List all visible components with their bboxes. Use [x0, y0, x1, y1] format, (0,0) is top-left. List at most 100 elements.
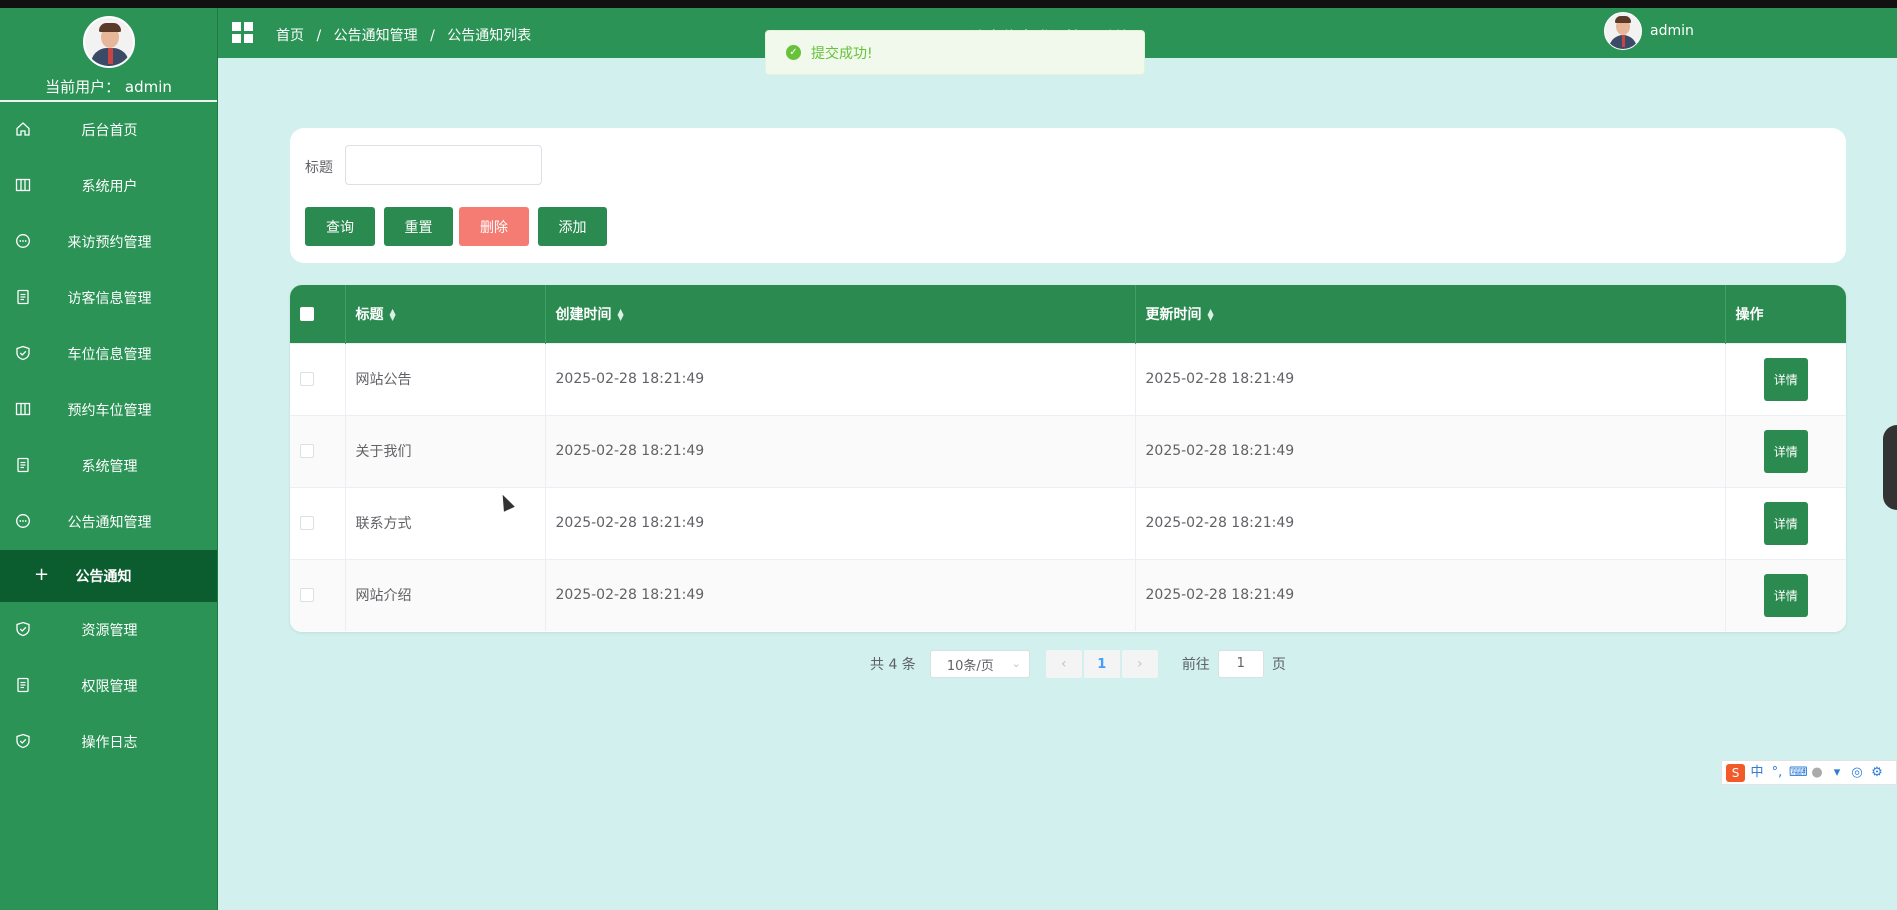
sidebar-item-resources[interactable]: 资源管理 [0, 602, 217, 658]
floating-side-handle[interactable] [1883, 425, 1897, 510]
header-user-name: admin [1650, 23, 1694, 39]
toast-message: 提交成功! [811, 45, 873, 62]
column-actions: 操作 [1735, 306, 1764, 323]
header-user[interactable]: admin [1604, 12, 1694, 50]
sidebar-item-label: 预约车位管理 [67, 403, 152, 419]
breadcrumb-current: 公告通知列表 [447, 28, 532, 44]
title-filter-input[interactable] [345, 145, 542, 185]
next-page-button[interactable]: › [1121, 650, 1158, 678]
row-checkbox[interactable] [300, 588, 314, 603]
sidebar-item-label: 系统管理 [81, 459, 138, 475]
table-row: 联系方式 2025-02-28 18:21:49 2025-02-28 18:2… [290, 487, 1846, 559]
query-button[interactable]: 查询 [305, 207, 375, 246]
avatar [1604, 12, 1642, 50]
ime-mode-toggle[interactable]: 中 [1749, 765, 1765, 781]
cell-updated: 2025-02-28 18:21:49 [1135, 487, 1726, 559]
page-size-select[interactable]: 10条/页 ⌄ [929, 650, 1030, 678]
detail-button[interactable]: 详情 [1763, 429, 1808, 473]
pagination-total: 共 4 条 [870, 657, 916, 673]
select-all-checkbox[interactable] [300, 306, 314, 321]
document-icon [14, 289, 32, 307]
column-updated[interactable]: 更新时间 ▲ ▼ [1135, 285, 1726, 343]
sidebar-item-system-users[interactable]: 系统用户 [0, 158, 217, 214]
sidebar-item-permissions[interactable]: 权限管理 [0, 658, 217, 714]
home-icon [14, 121, 32, 139]
sidebar-item-parking-booking[interactable]: 预约车位管理 [0, 382, 217, 438]
cell-updated: 2025-02-28 18:21:49 [1135, 343, 1726, 415]
breadcrumb: 首页 / 公告通知管理 / 公告通知列表 [276, 25, 531, 45]
notice-table: 标题 ▲ ▼ 创建时间 ▲ ▼ 更新时间 ▲ ▼ 操作 网站公告 2025-02-28 18… [290, 285, 1846, 632]
detail-button[interactable]: 详情 [1763, 501, 1808, 545]
columns-icon [14, 401, 32, 419]
page-suffix: 页 [1271, 657, 1286, 673]
keyboard-icon[interactable]: ⌨ [1789, 765, 1808, 781]
cell-title: 网站介绍 [345, 559, 546, 631]
breadcrumb-separator: / [430, 28, 435, 44]
chat-icon [14, 233, 32, 251]
goto-page-input[interactable]: 1 [1217, 650, 1264, 678]
row-select-cell [290, 487, 346, 559]
current-user-name: admin [124, 78, 172, 96]
cell-actions: 详情 [1725, 559, 1846, 631]
page-number-current[interactable]: 1 [1083, 650, 1120, 678]
sidebar-item-label: 权限管理 [81, 679, 138, 695]
row-select-cell [290, 343, 346, 415]
column-title[interactable]: 标题 ▲ ▼ [345, 285, 546, 343]
sidebar-item-system-management[interactable]: 系统管理 [0, 438, 217, 494]
sidebar-item-label: 后台首页 [81, 123, 138, 139]
sidebar: 当前用户： admin 后台首页 系统用户 来访预约管理 访客信息管理 车位信息… [0, 8, 218, 910]
plus-icon: + [34, 564, 50, 585]
user-icon[interactable]: ● [1809, 765, 1825, 781]
shield-check-icon [14, 345, 32, 363]
sogou-logo-icon[interactable]: S [1726, 763, 1745, 782]
delete-button[interactable]: 删除 [459, 207, 529, 246]
sidebar-item-operation-log[interactable]: 操作日志 [0, 714, 217, 770]
cell-created: 2025-02-28 18:21:49 [545, 343, 1136, 415]
title-filter-label: 标题 [305, 160, 333, 176]
success-check-icon: ✓ [786, 45, 801, 60]
column-label: 标题 [355, 306, 384, 323]
prev-page-button[interactable]: ‹ [1045, 650, 1082, 678]
punctuation-icon[interactable]: °, [1769, 765, 1785, 781]
pagination: 共 4 条 10条/页 ⌄ ‹ 1 › 前往 1 页 [870, 650, 1286, 678]
sidebar-item-parking-info[interactable]: 车位信息管理 [0, 326, 217, 382]
avatar [82, 16, 135, 68]
settings-gear-icon[interactable]: ⚙ [1869, 765, 1885, 781]
column-created[interactable]: 创建时间 ▲ ▼ [545, 285, 1136, 343]
cell-updated: 2025-02-28 18:21:49 [1135, 415, 1726, 487]
window-top-strip [0, 0, 1897, 8]
add-button[interactable]: 添加 [538, 207, 607, 246]
detail-button[interactable]: 详情 [1763, 573, 1808, 617]
sort-icon[interactable]: ▲ ▼ [618, 307, 624, 321]
sidebar-item-visitor-info[interactable]: 访客信息管理 [0, 270, 217, 326]
sidebar-item-visit-booking[interactable]: 来访预约管理 [0, 214, 217, 270]
sidebar-item-home[interactable]: 后台首页 [0, 102, 217, 158]
chat-icon [14, 513, 32, 531]
sidebar-item-label: 系统用户 [81, 179, 138, 195]
cell-actions: 详情 [1725, 343, 1846, 415]
cell-actions: 详情 [1725, 487, 1846, 559]
sidebar-item-label: 来访预约管理 [67, 235, 152, 251]
sort-icon[interactable]: ▲ ▼ [390, 307, 396, 321]
row-checkbox[interactable] [300, 372, 314, 386]
breadcrumb-home[interactable]: 首页 [276, 28, 304, 44]
toolbox-icon[interactable]: ◎ [1849, 765, 1865, 781]
breadcrumb-separator: / [316, 28, 322, 44]
reset-button[interactable]: 重置 [384, 207, 453, 246]
breadcrumb-notice-management[interactable]: 公告通知管理 [334, 28, 418, 44]
detail-button[interactable]: 详情 [1763, 357, 1808, 401]
success-toast: ✓ 提交成功! [765, 30, 1145, 75]
row-select-cell [290, 559, 346, 631]
cell-updated: 2025-02-28 18:21:49 [1135, 559, 1726, 631]
ime-toolbar: S 中 °, ⌨ ● ▾ ◎ ⚙ [1721, 760, 1897, 785]
sidebar-item-notice-management[interactable]: 公告通知管理 [0, 494, 217, 550]
sort-icon[interactable]: ▲ ▼ [1208, 307, 1214, 321]
table-row: 网站介绍 2025-02-28 18:21:49 2025-02-28 18:2… [290, 559, 1846, 631]
grid-menu-icon[interactable] [232, 22, 254, 44]
shield-check-icon [14, 621, 32, 639]
row-checkbox[interactable] [300, 516, 314, 530]
sidebar-item-notice[interactable]: + 公告通知 [0, 550, 217, 602]
cell-created: 2025-02-28 18:21:49 [545, 415, 1136, 487]
row-checkbox[interactable] [300, 444, 314, 458]
skin-shirt-icon[interactable]: ▾ [1829, 765, 1845, 781]
